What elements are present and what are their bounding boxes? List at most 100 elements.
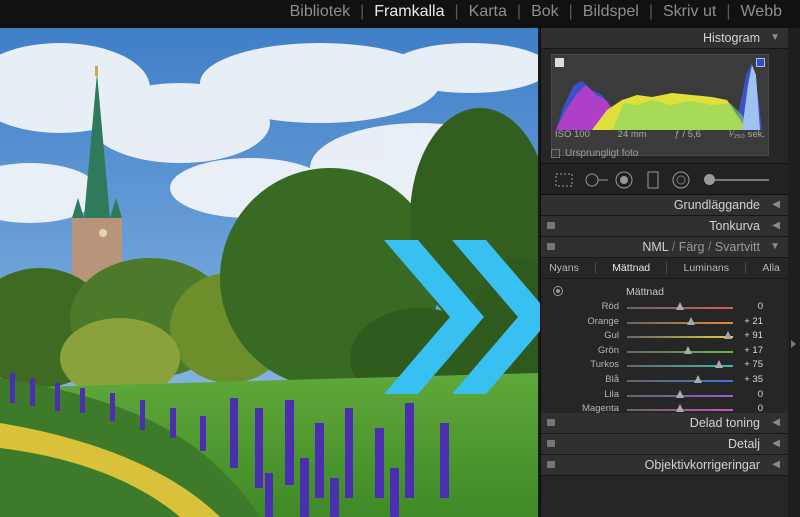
histogram-section: ISO 100 24 mm ƒ / 5,6 ¹⁄₂₅₀ sek. Ursprun…: [541, 49, 788, 163]
saturation-slider-handle[interactable]: [694, 375, 703, 383]
highlight-clipping-icon[interactable]: [756, 58, 765, 67]
saturation-row: Grön + 17: [541, 345, 789, 359]
tab-alla[interactable]: Alla: [762, 262, 780, 274]
brush-slider-track[interactable]: [709, 179, 769, 181]
saturation-value[interactable]: + 35: [744, 374, 763, 385]
spot-removal-icon[interactable]: [585, 173, 609, 187]
saturation-row: Blå + 35: [541, 374, 789, 388]
saturation-value[interactable]: 0: [758, 389, 763, 400]
exif-info: ISO 100 24 mm ƒ / 5,6 ¹⁄₂₅₀ sek.: [551, 129, 769, 140]
panel-switch-icon[interactable]: [547, 461, 555, 468]
module-bar: Bibliotek | Framkalla | Karta | Bok | Bildsp…: [0, 0, 800, 28]
saturation-slider-handle[interactable]: [684, 345, 693, 354]
saturation-label: Gul: [604, 330, 619, 342]
saturation-row: Röd 0: [541, 301, 789, 315]
saturation-value[interactable]: + 17: [744, 345, 763, 356]
saturation-slider-handle[interactable]: [723, 331, 732, 340]
panel-switch-icon[interactable]: [547, 222, 555, 229]
original-photo-label: Ursprungligt foto: [565, 148, 639, 159]
saturation-value[interactable]: 0: [758, 301, 763, 312]
saturation-label: Orange: [587, 315, 619, 327]
collapse-triangle-icon[interactable]: ◀: [772, 220, 780, 231]
tab-separator: [595, 262, 597, 274]
crop-icon[interactable]: [555, 173, 573, 187]
target-adjustment-icon[interactable]: [553, 286, 563, 296]
saturation-slider-track[interactable]: [627, 336, 733, 339]
exif-aperture: ƒ / 5,6: [674, 129, 701, 140]
saturation-value[interactable]: + 21: [744, 316, 763, 327]
detalj-title: Detalj: [728, 437, 760, 451]
collapse-triangle-icon[interactable]: ◀: [772, 417, 780, 428]
hsl-mode-nml[interactable]: NML: [642, 240, 668, 254]
delad-toning-title: Delad toning: [689, 416, 760, 430]
saturation-label: Röd: [601, 301, 619, 312]
grundlaggande-title: Grundläggande: [673, 198, 760, 212]
tab-separator: [666, 262, 668, 274]
saturation-row: Orange + 21: [541, 316, 789, 330]
module-karta[interactable]: Karta: [459, 3, 517, 21]
saturation-slider-track[interactable]: [627, 350, 733, 353]
detalj-header[interactable]: Detalj ◀: [541, 434, 788, 455]
delad-toning-header[interactable]: Delad toning ◀: [541, 413, 788, 434]
exif-iso: ISO 100: [555, 129, 590, 140]
module-webb[interactable]: Webb: [730, 3, 792, 21]
saturation-slider-handle[interactable]: [676, 404, 684, 413]
hsl-tabs: Nyans Mättnad Luminans Alla: [541, 258, 788, 279]
module-bibliotek[interactable]: Bibliotek: [280, 3, 360, 21]
objektiv-header[interactable]: Objektivkorrigeringar ◀: [541, 455, 788, 476]
saturation-row: Lila 0: [541, 389, 789, 403]
saturation-slider-handle[interactable]: [676, 302, 684, 310]
panel-switch-icon[interactable]: [547, 243, 555, 250]
graduated-filter-icon[interactable]: [647, 171, 659, 189]
module-framkalla[interactable]: Framkalla: [364, 3, 454, 21]
saturation-slider-handle[interactable]: [676, 389, 684, 398]
collapse-triangle-icon[interactable]: ◀: [772, 199, 780, 210]
tab-luminans[interactable]: Luminans: [683, 262, 729, 274]
histogram-title: Histogram: [703, 31, 760, 45]
saturation-row: Turkos + 75: [541, 359, 789, 373]
tool-strip: [541, 163, 788, 195]
collapse-triangle-icon[interactable]: ▼: [770, 32, 780, 43]
saturation-value[interactable]: + 91: [744, 330, 763, 341]
panel-switch-icon[interactable]: [547, 440, 555, 447]
brush-slider-handle[interactable]: [704, 174, 715, 185]
tab-mattnad[interactable]: Mättnad: [612, 262, 650, 274]
original-photo-checkbox[interactable]: [551, 149, 560, 158]
module-bildspel[interactable]: Bildspel: [573, 3, 649, 21]
histogram-header[interactable]: Histogram ▼: [541, 28, 788, 49]
hsl-header[interactable]: NML / Färg / Svartvitt ▼: [541, 237, 788, 258]
objektiv-title: Objektivkorrigeringar: [644, 458, 760, 472]
tonkurva-title: Tonkurva: [709, 219, 760, 233]
module-skriv-ut[interactable]: Skriv ut: [653, 3, 726, 21]
collapse-triangle-icon[interactable]: ◀: [772, 438, 780, 449]
tonkurva-header[interactable]: Tonkurva ◀: [541, 216, 788, 237]
saturation-label: Blå: [605, 374, 619, 385]
tab-separator: [745, 262, 747, 274]
collapse-triangle-icon[interactable]: ▼: [770, 241, 780, 252]
collapse-triangle-icon[interactable]: ◀: [772, 459, 780, 470]
histogram-graph: [556, 63, 762, 130]
saturation-label: Grön: [597, 344, 619, 356]
saturation-slider-handle[interactable]: [715, 360, 724, 369]
saturation-slider-track[interactable]: [627, 380, 733, 382]
panel-switch-icon[interactable]: [547, 419, 555, 426]
module-bok[interactable]: Bok: [521, 3, 569, 21]
shadow-clipping-icon[interactable]: [555, 58, 564, 67]
grundlaggande-header[interactable]: Grundläggande ◀: [541, 195, 788, 216]
double-chevron-icon: [384, 240, 552, 394]
saturation-slider-track[interactable]: [627, 321, 733, 324]
hsl-mode-svartvitt[interactable]: Svartvitt: [715, 240, 760, 254]
saturation-value[interactable]: + 75: [744, 359, 763, 370]
original-photo-toggle[interactable]: Ursprungligt foto: [551, 148, 638, 159]
exif-focal: 24 mm: [617, 129, 647, 140]
hsl-mode-farg[interactable]: Färg: [679, 240, 705, 254]
saturation-title: Mättnad: [626, 286, 664, 298]
red-eye-icon[interactable]: [615, 171, 633, 189]
expand-triangle-icon[interactable]: [791, 340, 796, 348]
saturation-row: Gul + 91: [541, 330, 789, 344]
right-panel-edge[interactable]: [788, 28, 800, 517]
saturation-slider-handle[interactable]: [686, 316, 695, 325]
radial-filter-icon[interactable]: [672, 171, 690, 189]
histogram[interactable]: [551, 54, 769, 156]
tab-nyans[interactable]: Nyans: [549, 262, 579, 274]
